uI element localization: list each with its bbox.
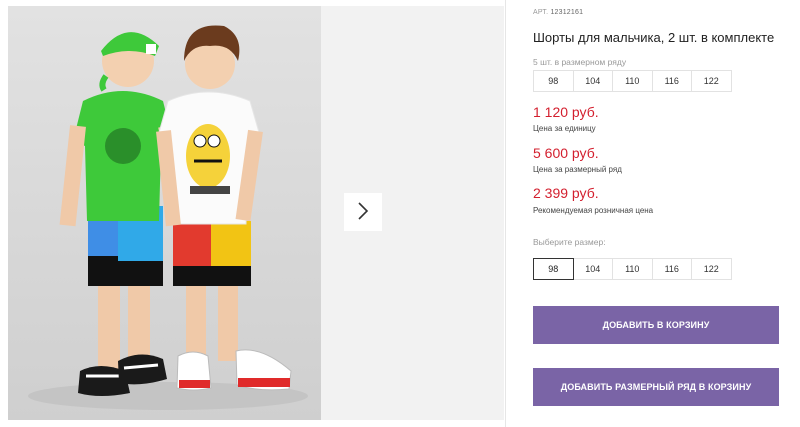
- add-size-run-to-cart-button[interactable]: ДОБАВИТЬ РАЗМЕРНЫЙ РЯД В КОРЗИНУ: [533, 368, 779, 406]
- vertical-divider: [505, 0, 506, 427]
- size-option[interactable]: 116: [651, 258, 692, 280]
- sku-label: АРТ.: [533, 9, 549, 16]
- choose-size-label: Выберите размер:: [533, 237, 606, 247]
- size-option[interactable]: 122: [691, 258, 732, 280]
- price-retail: 2 399 руб.: [533, 185, 599, 201]
- size-run-row: 98 104 110 116 122: [533, 70, 732, 92]
- product-title: Шорты для мальчика, 2 шт. в комплекте: [533, 30, 775, 45]
- price-unit-caption: Цена за единицу: [533, 124, 596, 133]
- price-retail-caption: Рекомендуемая розничная цена: [533, 206, 654, 215]
- product-photo[interactable]: [8, 6, 321, 420]
- gallery-next-button[interactable]: [344, 193, 382, 231]
- size-run-cell: 110: [612, 70, 653, 92]
- price-unit: 1 120 руб.: [533, 104, 599, 120]
- size-option[interactable]: 104: [572, 258, 613, 280]
- size-run-cell: 122: [691, 70, 732, 92]
- size-run-cell: 104: [572, 70, 613, 92]
- sku: АРТ. 12312161: [533, 9, 583, 16]
- size-option-selected[interactable]: 98: [533, 258, 574, 280]
- add-to-cart-button[interactable]: ДОБАВИТЬ В КОРЗИНУ: [533, 306, 779, 344]
- price-size-run: 5 600 руб.: [533, 145, 599, 161]
- size-option[interactable]: 110: [612, 258, 653, 280]
- product-gallery: [0, 0, 505, 427]
- size-run-label: 5 шт. в размерном ряду: [533, 57, 627, 67]
- size-run-cell: 116: [651, 70, 692, 92]
- chevron-right-icon: [357, 201, 369, 223]
- price-size-run-caption: Цена за размерный ряд: [533, 165, 622, 174]
- size-selector: 98 104 110 116 122: [533, 258, 732, 280]
- sku-value: 12312161: [550, 9, 584, 16]
- size-run-cell: 98: [533, 70, 574, 92]
